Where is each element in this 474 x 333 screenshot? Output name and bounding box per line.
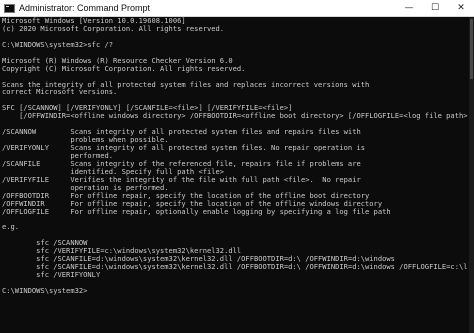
console-output[interactable]: Microsoft Windows [Version 10.0.19608.10… [2,17,468,333]
scrollbar-thumb[interactable] [470,19,473,79]
vertical-scrollbar[interactable] [469,17,474,333]
window-title: Administrator: Command Prompt [19,3,151,13]
window-controls: — ☐ ✕ [396,0,474,16]
console-line: C:\WINDOWS\system32>sfc /? [2,39,114,49]
command-prompt-window: Administrator: Command Prompt — ☐ ✕ Micr… [0,0,474,333]
console-line: Copyright (C) Microsoft Corporation. All… [2,63,246,73]
console-line: (c) 2020 Microsoft Corporation. All righ… [2,23,225,33]
console-line: /OFFLOGFILE For offline repair, optional… [2,206,391,216]
title-bar[interactable]: Administrator: Command Prompt — ☐ ✕ [0,0,474,17]
console-line: correct Microsoft versions. [2,87,118,97]
close-button[interactable]: ✕ [448,0,474,16]
console-line: [/OFFWINDIR=<offline windows directory> … [2,111,468,121]
command-prompt-icon [4,3,15,13]
minimize-button[interactable]: — [396,0,422,16]
console-line: sfc /VERIFYONLY [2,270,101,279]
maximize-button[interactable]: ☐ [422,0,448,16]
console-line: e.g. [2,222,20,232]
console-line: C:\WINDOWS\system32> [2,285,88,295]
